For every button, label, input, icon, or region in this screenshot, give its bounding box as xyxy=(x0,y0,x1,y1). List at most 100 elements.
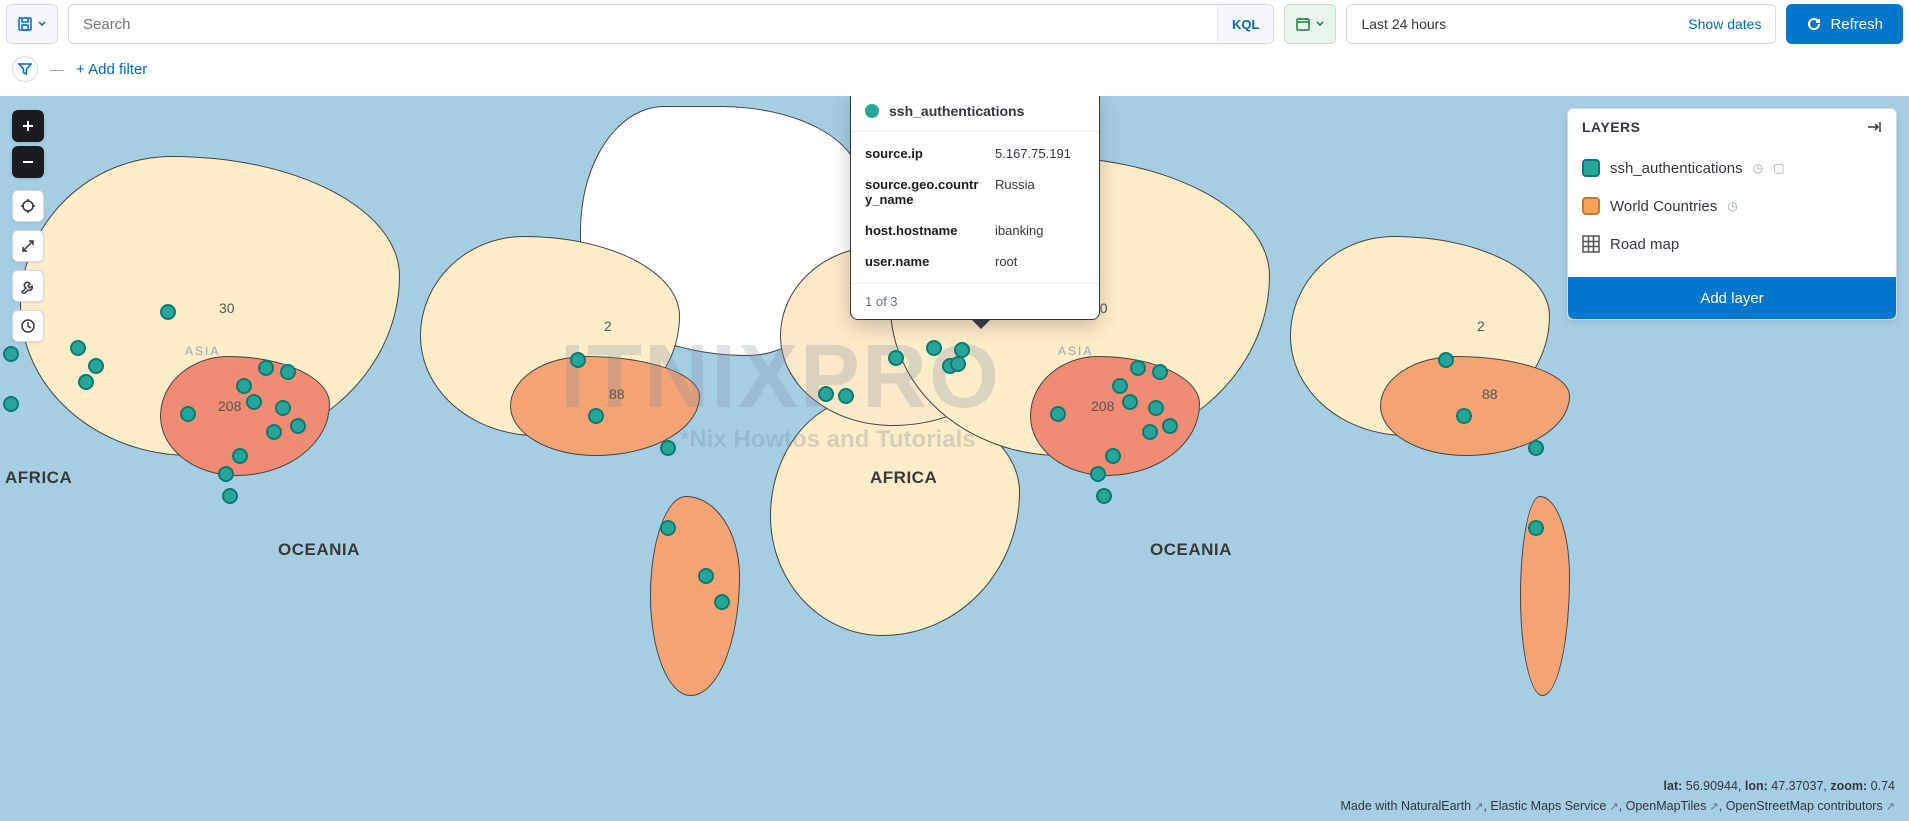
layer-row[interactable]: ssh_authentications ◷ ▢ xyxy=(1582,149,1882,187)
country-count-label: 208 xyxy=(218,398,241,414)
fit-to-data-button[interactable] xyxy=(12,190,44,222)
save-icon xyxy=(17,16,33,32)
data-point[interactable] xyxy=(1090,466,1106,482)
date-quick-select-button[interactable] xyxy=(1284,4,1336,44)
data-point[interactable] xyxy=(1152,364,1168,380)
continent-label: AFRICA xyxy=(870,468,937,488)
data-point[interactable] xyxy=(1130,360,1146,376)
data-point[interactable] xyxy=(838,388,854,404)
zoom-in-button[interactable] xyxy=(12,110,44,142)
country-count-label: 2 xyxy=(604,318,612,334)
data-point[interactable] xyxy=(1528,520,1544,536)
data-point[interactable] xyxy=(926,340,942,356)
tooltip-value: Russia xyxy=(995,177,1085,207)
data-point[interactable] xyxy=(1162,418,1178,434)
data-point[interactable] xyxy=(1112,378,1128,394)
data-point[interactable] xyxy=(232,448,248,464)
data-point[interactable] xyxy=(888,350,904,366)
tooltip-row: source.geo.country_name Russia xyxy=(851,169,1099,215)
data-point[interactable] xyxy=(1142,424,1158,440)
collapse-layers-button[interactable] xyxy=(1866,119,1882,135)
filter-options-button[interactable] xyxy=(12,56,38,82)
data-point[interactable] xyxy=(180,406,196,422)
country-count-label: 30 xyxy=(219,300,235,316)
expand-button[interactable] xyxy=(12,230,44,262)
data-point[interactable] xyxy=(1456,408,1472,424)
attribution-link[interactable]: NaturalEarth xyxy=(1401,799,1483,813)
map-tools xyxy=(12,190,44,342)
data-point[interactable] xyxy=(714,594,730,610)
tooltip-row: user.nameroot xyxy=(851,246,1099,277)
zoom-out-button[interactable] xyxy=(12,146,44,178)
data-point[interactable] xyxy=(1528,440,1544,456)
data-point[interactable] xyxy=(1438,352,1454,368)
country-count-label: 88 xyxy=(609,386,625,402)
data-point[interactable] xyxy=(570,352,586,368)
chevron-down-icon xyxy=(37,19,47,29)
expand-icon xyxy=(20,238,36,254)
data-point[interactable] xyxy=(266,424,282,440)
clock-icon: ◷ xyxy=(1727,199,1737,213)
country-count-label: 2 xyxy=(1477,318,1485,334)
layer-name: Road map xyxy=(1610,236,1679,253)
data-point[interactable] xyxy=(70,340,86,356)
add-layer-button[interactable]: Add layer xyxy=(1568,277,1896,319)
add-filter-button[interactable]: + Add filter xyxy=(76,61,147,78)
tooltip-pager: 1 of 3 xyxy=(851,283,1099,319)
attribution-link[interactable]: Elastic Maps Service xyxy=(1490,799,1618,813)
data-point[interactable] xyxy=(222,488,238,504)
attribution-link[interactable]: OpenStreetMap contributors xyxy=(1726,799,1895,813)
tooltip-key: host.hostname xyxy=(865,223,985,238)
attribution-link[interactable]: OpenMapTiles xyxy=(1626,799,1719,813)
show-dates-link[interactable]: Show dates xyxy=(1688,16,1761,32)
search-input[interactable] xyxy=(69,16,1217,33)
search-bar: KQL xyxy=(68,4,1274,44)
data-point[interactable] xyxy=(88,358,104,374)
data-point[interactable] xyxy=(3,346,19,362)
calendar-icon xyxy=(1295,16,1311,32)
layer-row[interactable]: Road map xyxy=(1582,225,1882,263)
layer-row[interactable]: World Countries ◷ xyxy=(1582,187,1882,225)
data-point[interactable] xyxy=(1096,488,1112,504)
data-point[interactable] xyxy=(660,440,676,456)
data-point[interactable] xyxy=(588,408,604,424)
continent-label: OCEANIA xyxy=(278,540,360,560)
data-point[interactable] xyxy=(818,386,834,402)
saved-query-button[interactable] xyxy=(6,4,58,44)
watermark-subtitle: *Nix Howtos and Tutorials xyxy=(680,426,976,454)
data-point[interactable] xyxy=(246,394,262,410)
data-point[interactable] xyxy=(698,568,714,584)
chevron-down-icon xyxy=(1315,19,1325,29)
collapse-icon xyxy=(1866,119,1882,135)
data-point[interactable] xyxy=(290,418,306,434)
data-point[interactable] xyxy=(660,520,676,536)
data-point[interactable] xyxy=(3,396,19,412)
data-point[interactable] xyxy=(950,356,966,372)
tooltip-title: ssh_authentications xyxy=(889,103,1024,119)
grid-icon xyxy=(1582,235,1600,253)
tooltip-key: source.ip xyxy=(865,146,985,161)
timeslider-button[interactable] xyxy=(12,310,44,342)
data-point[interactable] xyxy=(258,360,274,376)
layers-panel: LAYERS ssh_authentications ◷ ▢World Coun… xyxy=(1567,108,1897,320)
data-point[interactable] xyxy=(1050,406,1066,422)
data-point[interactable] xyxy=(1122,394,1138,410)
minus-icon xyxy=(21,155,35,169)
data-point[interactable] xyxy=(236,378,252,394)
tooltip-key: source.geo.country_name xyxy=(865,177,985,207)
tooltip-value: ibanking xyxy=(995,223,1085,238)
time-range-display[interactable]: Last 24 hours Show dates xyxy=(1346,4,1776,44)
data-point[interactable] xyxy=(160,304,176,320)
refresh-button[interactable]: Refresh xyxy=(1786,4,1903,44)
data-point[interactable] xyxy=(280,364,296,380)
data-point[interactable] xyxy=(218,466,234,482)
tools-button[interactable] xyxy=(12,270,44,302)
tooltip-row: source.ip5.167.75.191 xyxy=(851,138,1099,169)
data-point[interactable] xyxy=(78,374,94,390)
map-canvas[interactable]: ITNIXPRO *Nix Howtos and Tutorials ssh_a… xyxy=(0,96,1909,821)
data-point[interactable] xyxy=(1105,448,1121,464)
data-point[interactable] xyxy=(275,400,291,416)
continent-label: OCEANIA xyxy=(1150,540,1232,560)
kql-toggle[interactable]: KQL xyxy=(1217,5,1273,43)
data-point[interactable] xyxy=(1148,400,1164,416)
